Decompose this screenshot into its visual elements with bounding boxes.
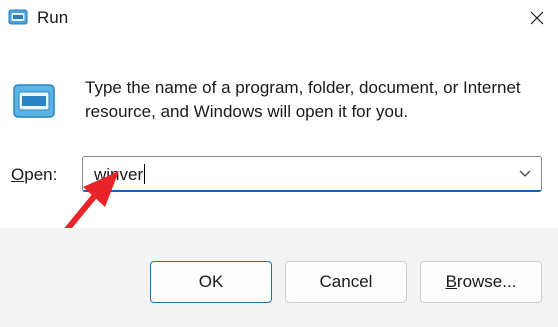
title-bar: Run xyxy=(0,0,558,40)
chevron-down-icon[interactable] xyxy=(519,169,531,179)
open-label-mnemonic: O xyxy=(11,165,25,184)
window-title: Run xyxy=(37,8,69,27)
close-button[interactable] xyxy=(520,2,554,34)
browse-button[interactable]: Browse... xyxy=(420,261,542,303)
browse-mnemonic: B xyxy=(445,272,457,291)
run-large-icon xyxy=(13,84,55,118)
cancel-button[interactable]: Cancel xyxy=(285,261,407,303)
open-combobox[interactable]: winver xyxy=(82,156,542,192)
text-caret xyxy=(144,164,146,184)
run-icon xyxy=(8,9,28,25)
browse-label: rowse... xyxy=(456,272,517,291)
dialog-description: Type the name of a program, folder, docu… xyxy=(85,78,521,121)
close-icon xyxy=(530,11,544,25)
ok-button[interactable]: OK xyxy=(150,261,272,303)
button-bar: OK Cancel Browse... xyxy=(0,228,558,327)
